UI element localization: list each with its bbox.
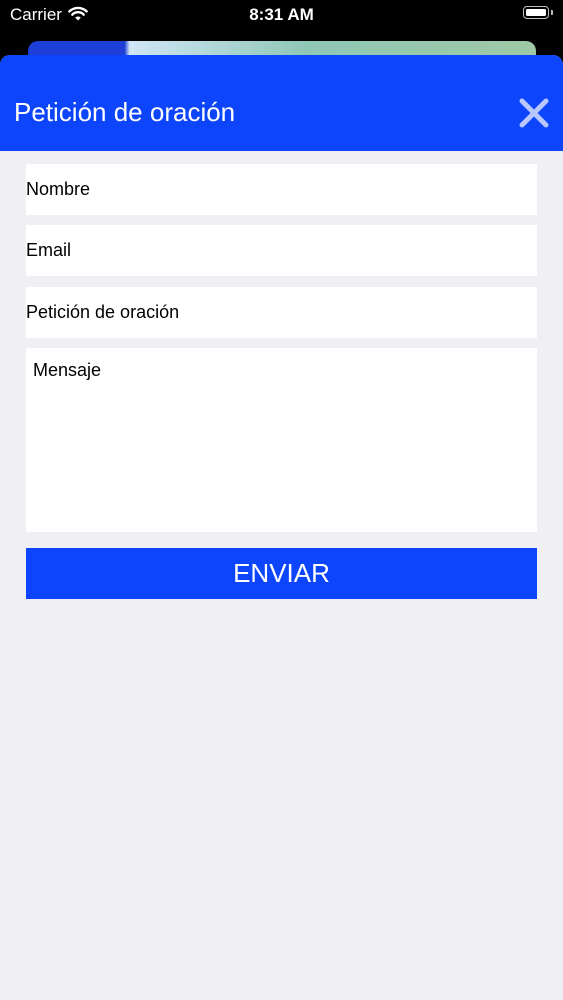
message-textarea[interactable] [26, 348, 537, 532]
send-button[interactable]: ENVIAR [26, 548, 537, 599]
close-button[interactable] [514, 93, 554, 133]
status-bar: Carrier 8:31 AM [0, 0, 563, 40]
status-time: 8:31 AM [249, 5, 314, 24]
name-field[interactable] [26, 164, 537, 215]
close-icon [519, 98, 549, 128]
prayer-request-field[interactable] [26, 287, 537, 338]
prayer-request-sheet: Petición de oración ENVIAR [0, 55, 563, 1000]
sheet-header: Petición de oración [0, 55, 563, 151]
battery-icon [523, 6, 549, 19]
battery-tip [551, 10, 553, 15]
sheet-title: Petición de oración [14, 97, 236, 127]
email-field[interactable] [26, 225, 537, 276]
